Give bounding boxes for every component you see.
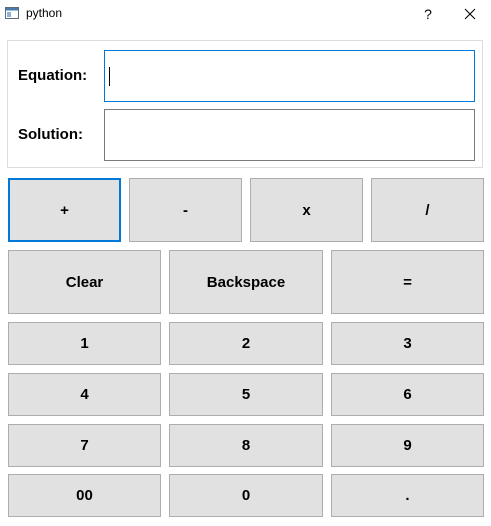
- digit-2-button[interactable]: 2: [169, 322, 323, 365]
- window-title: python: [26, 6, 63, 20]
- solution-label: Solution:: [18, 126, 83, 143]
- digit-4-button[interactable]: 4: [8, 373, 161, 416]
- solution-output[interactable]: [104, 109, 475, 161]
- digit-0-button[interactable]: 0: [169, 474, 323, 517]
- subtract-button[interactable]: -: [129, 178, 242, 242]
- digit-6-button[interactable]: 6: [331, 373, 484, 416]
- digit-3-button[interactable]: 3: [331, 322, 484, 365]
- decimal-point-button[interactable]: .: [331, 474, 484, 517]
- equation-input[interactable]: [104, 50, 475, 102]
- close-icon: [464, 8, 476, 20]
- equation-label: Equation:: [18, 67, 88, 84]
- divide-button[interactable]: /: [371, 178, 484, 242]
- add-button[interactable]: +: [8, 178, 121, 242]
- digit-9-button[interactable]: 9: [331, 424, 484, 467]
- backspace-button[interactable]: Backspace: [169, 250, 323, 314]
- title-bar: python ?: [0, 0, 491, 29]
- multiply-button[interactable]: x: [250, 178, 363, 242]
- digit-1-button[interactable]: 1: [8, 322, 161, 365]
- app-window-icon: [5, 7, 19, 19]
- text-caret: [109, 67, 110, 86]
- equals-button[interactable]: =: [331, 250, 484, 314]
- close-button[interactable]: [450, 0, 491, 29]
- double-zero-button[interactable]: 00: [8, 474, 161, 517]
- digit-7-button[interactable]: 7: [8, 424, 161, 467]
- clear-button[interactable]: Clear: [8, 250, 161, 314]
- digit-5-button[interactable]: 5: [169, 373, 323, 416]
- digit-8-button[interactable]: 8: [169, 424, 323, 467]
- help-button[interactable]: ?: [410, 0, 446, 29]
